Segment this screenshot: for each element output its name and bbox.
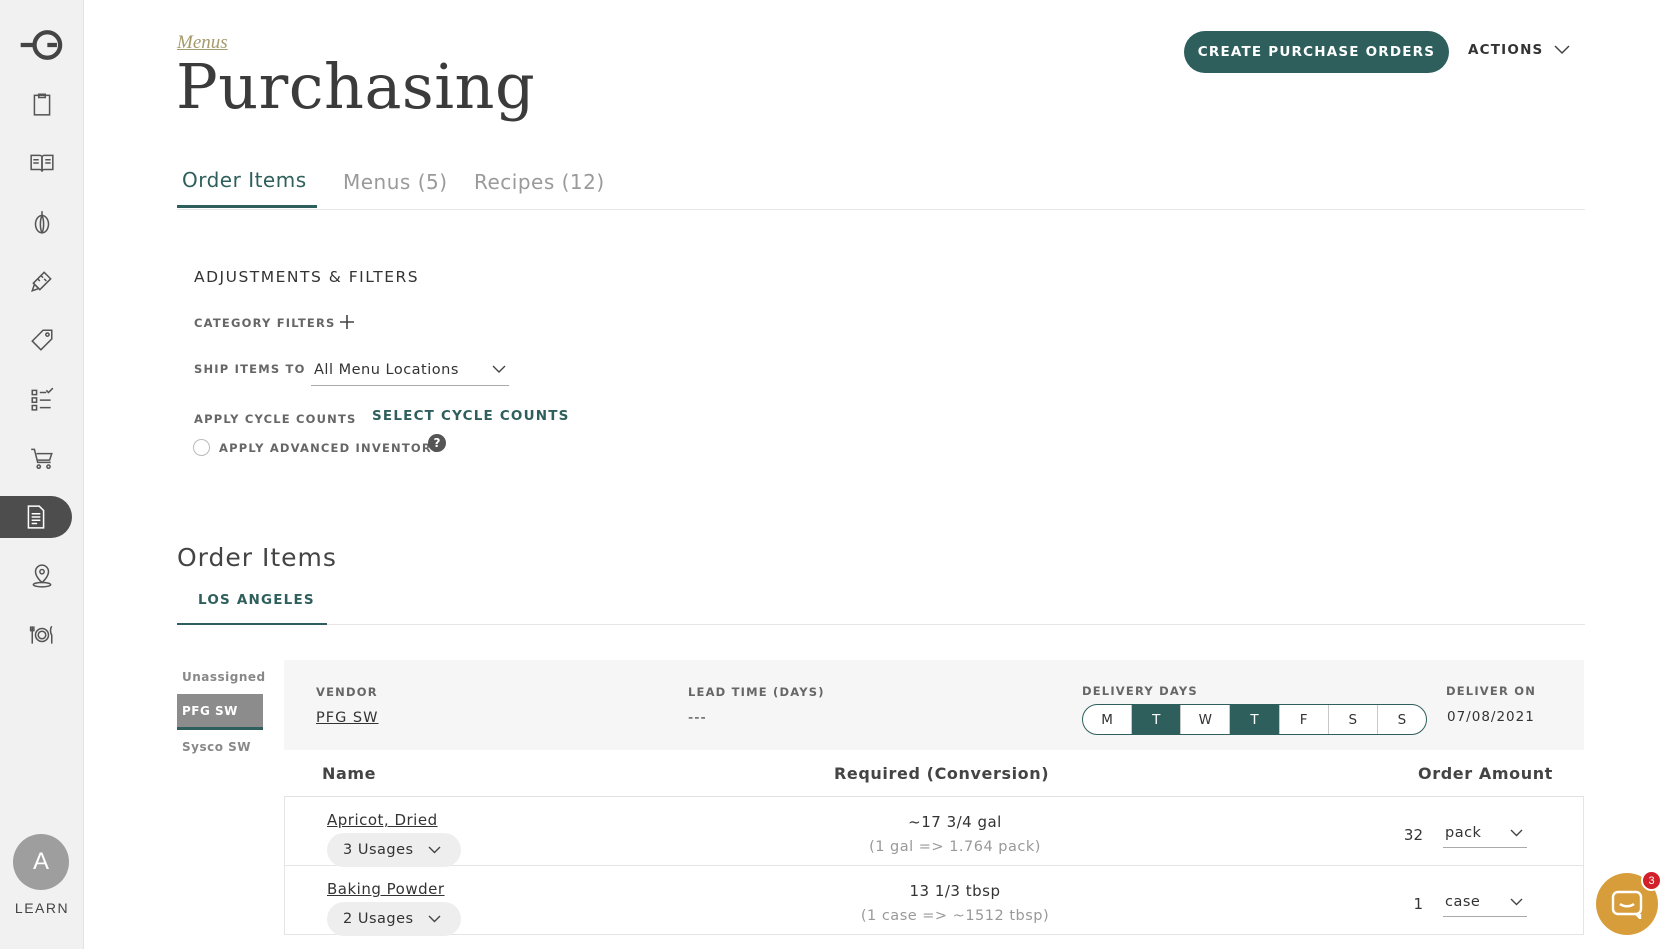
active-tab-indicator	[177, 205, 317, 208]
order-amount-input[interactable]: 1	[1413, 895, 1423, 913]
ship-items-to-value: All Menu Locations	[314, 361, 459, 378]
page-tabs: Order Items Menus (5) Recipes (12)	[177, 160, 1585, 210]
delivery-day-toggle[interactable]: W	[1181, 705, 1231, 734]
avatar[interactable]: A	[13, 834, 69, 890]
delivery-day-toggle[interactable]: S	[1329, 705, 1378, 734]
usages-label: 2 Usages	[343, 911, 414, 927]
notification-badge: 3	[1641, 870, 1662, 891]
delivery-day-toggle[interactable]: M	[1083, 705, 1133, 734]
required-amount: ~17 3/4 gal	[908, 813, 1002, 831]
location-pin-icon[interactable]	[0, 555, 84, 597]
vendor-item-sysco-sw[interactable]: Sysco SW	[177, 730, 263, 764]
price-tag-icon[interactable]	[0, 319, 84, 361]
unit-value: case	[1445, 893, 1481, 910]
actions-label: ACTIONS	[1468, 42, 1544, 58]
vendor-panel: VENDOR PFG SW LEAD TIME (DAYS) --- DELIV…	[284, 660, 1584, 750]
onion-icon[interactable]	[0, 201, 84, 243]
required-amount: 13 1/3 tbsp	[909, 882, 1001, 900]
column-header-order-amount: Order Amount	[1418, 764, 1553, 783]
column-header-required: Required (Conversion)	[834, 764, 1050, 783]
item-name-link[interactable]: Baking Powder	[327, 880, 445, 898]
category-filters-label: CATEGORY FILTERS	[194, 316, 336, 330]
usages-dropdown[interactable]: 2 Usages	[327, 902, 461, 936]
chevron-down-icon	[428, 915, 441, 923]
vendor-link[interactable]: PFG SW	[316, 710, 378, 726]
tab-los-angeles[interactable]: LOS ANGELES	[198, 592, 315, 608]
deliver-on-label: DELIVER ON	[1446, 684, 1537, 698]
deliver-on-date[interactable]: 07/08/2021	[1447, 709, 1535, 725]
ship-items-to-label: SHIP ITEMS TO	[194, 362, 306, 376]
delivery-day-toggle[interactable]: S	[1378, 705, 1426, 734]
apply-advanced-inventory-label: APPLY ADVANCED INVENTORY	[219, 441, 441, 455]
learn-link[interactable]: LEARN	[0, 900, 84, 916]
order-amount-input[interactable]: 32	[1404, 826, 1423, 844]
page-title: Purchasing	[176, 50, 536, 123]
ruler-pencil-icon[interactable]	[0, 260, 84, 302]
unit-select[interactable]: pack	[1443, 820, 1527, 848]
vendor-label: VENDOR	[316, 685, 378, 699]
clipboard-icon[interactable]	[0, 83, 84, 125]
delivery-day-toggle[interactable]: T	[1132, 705, 1182, 734]
chevron-down-icon	[428, 846, 441, 854]
table-row: Baking Powder 2 Usages 13 1/3 tbsp (1 ca…	[284, 866, 1584, 936]
cart-icon[interactable]	[0, 437, 84, 479]
location-tabs: LOS ANGELES	[177, 588, 1585, 625]
select-cycle-counts-link[interactable]: SELECT CYCLE COUNTS	[372, 408, 570, 424]
filters-title: ADJUSTMENTS & FILTERS	[194, 268, 420, 286]
tab-order-items[interactable]: Order Items	[182, 168, 307, 192]
lead-time-value: ---	[688, 710, 707, 726]
unit-value: pack	[1445, 824, 1482, 841]
chat-icon	[1611, 890, 1643, 919]
tab-menus[interactable]: Menus (5)	[343, 170, 448, 194]
plate-cutlery-icon[interactable]	[0, 614, 84, 656]
conversion-text: (1 gal => 1.764 pack)	[869, 839, 1041, 855]
lead-time-label: LEAD TIME (DAYS)	[688, 685, 825, 699]
chevron-down-icon	[1510, 829, 1523, 836]
checklist-icon[interactable]	[0, 378, 84, 420]
table-row: Apricot, Dried 3 Usages ~17 3/4 gal (1 g…	[284, 797, 1584, 867]
logo-key-g-icon[interactable]	[0, 24, 84, 66]
vendor-item-unassigned[interactable]: Unassigned	[177, 660, 265, 694]
document-icon[interactable]	[0, 496, 72, 538]
delivery-day-toggle[interactable]: F	[1280, 705, 1329, 734]
chevron-down-icon	[1510, 898, 1523, 905]
active-location-indicator	[177, 623, 327, 625]
delivery-day-toggle[interactable]: T	[1230, 705, 1280, 734]
vendor-item-pfg-sw[interactable]: PFG SW	[177, 694, 263, 730]
column-header-name: Name	[322, 764, 377, 783]
book-icon[interactable]	[0, 142, 84, 184]
unit-select[interactable]: case	[1443, 889, 1527, 917]
item-name-link[interactable]: Apricot, Dried	[327, 811, 438, 829]
apply-advanced-inventory-radio[interactable]	[193, 439, 210, 456]
create-purchase-orders-button[interactable]: CREATE PURCHASE ORDERS	[1184, 31, 1449, 73]
delivery-days-selector: MTWTFSS	[1082, 704, 1427, 735]
actions-dropdown[interactable]: ACTIONS	[1468, 42, 1570, 58]
tab-recipes[interactable]: Recipes (12)	[474, 170, 605, 194]
chevron-down-icon	[1553, 45, 1570, 55]
help-icon[interactable]: ?	[428, 434, 446, 452]
usages-label: 3 Usages	[343, 842, 414, 858]
order-items-title: Order Items	[177, 543, 337, 572]
apply-cycle-counts-label: APPLY CYCLE COUNTS	[194, 412, 357, 426]
sidebar: A LEARN	[0, 0, 84, 949]
delivery-days-label: DELIVERY DAYS	[1082, 684, 1198, 698]
conversion-text: (1 case => ~1512 tbsp)	[860, 908, 1050, 924]
chevron-down-icon	[492, 365, 506, 373]
add-category-filter-icon[interactable]	[338, 313, 356, 331]
ship-items-to-select[interactable]: All Menu Locations	[311, 358, 509, 386]
usages-dropdown[interactable]: 3 Usages	[327, 833, 461, 867]
vendor-list: Unassigned PFG SW Sysco SW	[177, 660, 265, 764]
